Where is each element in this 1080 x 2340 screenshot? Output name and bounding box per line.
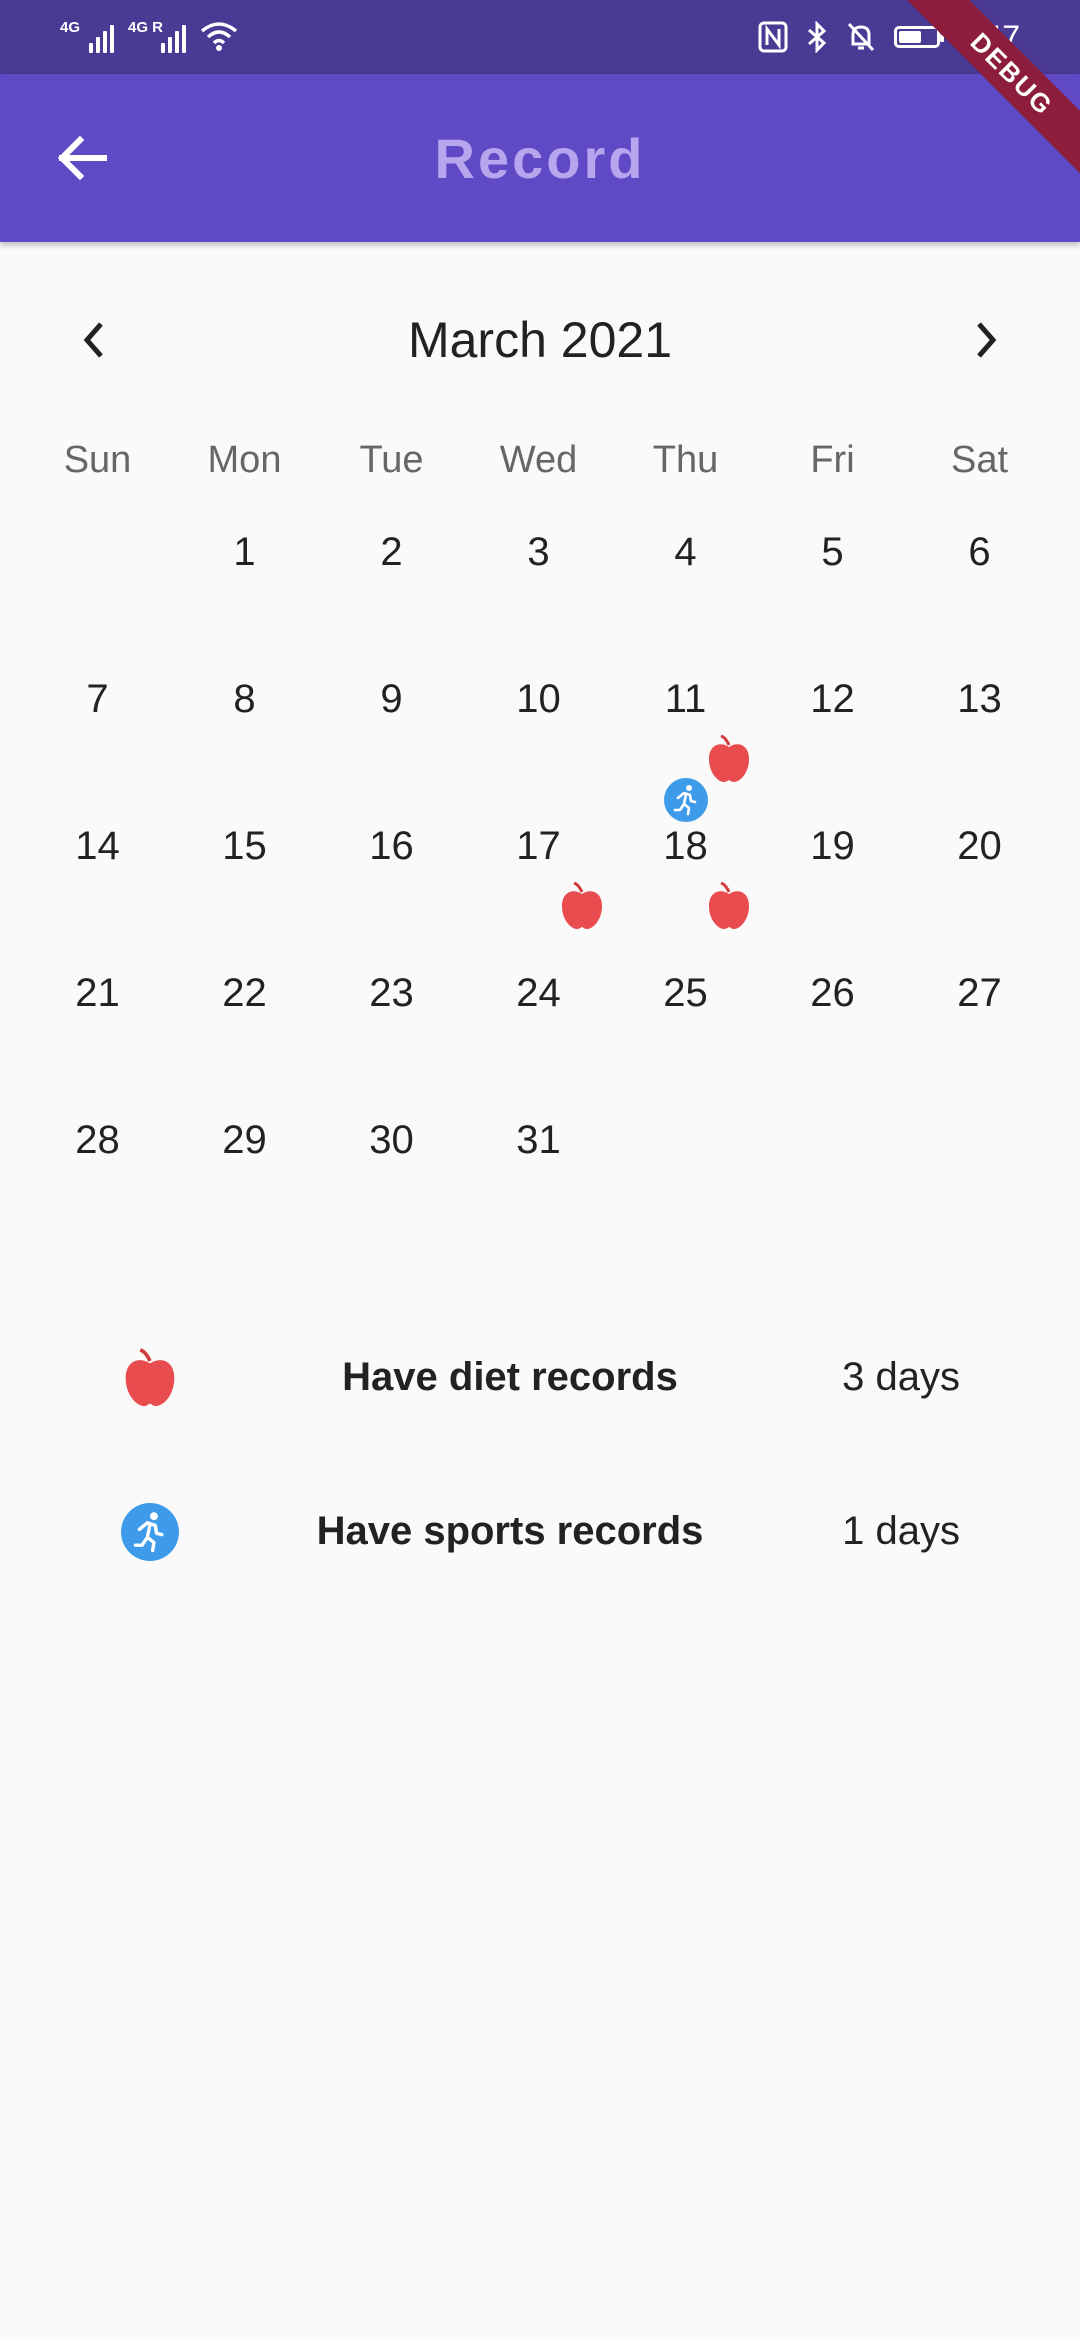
network-type-label: 4G	[60, 19, 81, 36]
calendar-day-number: 30	[369, 1118, 414, 1162]
bluetooth-icon	[807, 21, 826, 53]
calendar-day-number: 25	[663, 971, 708, 1015]
calendar-day-15[interactable]: 15	[171, 800, 318, 947]
calendar-day-number: 11	[664, 677, 707, 721]
weekday-label: Tue	[359, 439, 424, 481]
calendar-day-number: 14	[75, 824, 120, 868]
legend-row-diet: Have diet records 3 days	[0, 1300, 1080, 1454]
apple-icon	[559, 881, 605, 930]
calendar-day-number: 8	[233, 677, 256, 721]
calendar-day-number: 31	[516, 1118, 561, 1162]
calendar-day-number: 13	[957, 677, 1002, 721]
calendar-day-number: 5	[821, 530, 844, 574]
weekday-header: Sun Mon Tue Wed Thu Fri Sat	[24, 430, 1074, 490]
calendar-day-number: 22	[222, 971, 267, 1015]
calendar-day-number: 10	[516, 677, 561, 721]
calendar-day-4[interactable]: 4	[612, 506, 759, 653]
calendar-day-18[interactable]: 18	[612, 778, 759, 947]
weekday-label: Sun	[63, 439, 132, 481]
cell-signal-2-icon: 4G R	[128, 19, 186, 53]
calendar-day-number: 12	[810, 677, 855, 721]
calendar-day-16[interactable]: 16	[318, 800, 465, 947]
calendar-day-number: 24	[516, 971, 561, 1015]
calendar-day-27[interactable]: 27	[906, 947, 1053, 1094]
calendar-day-number: 1	[233, 530, 256, 574]
calendar-day-2[interactable]: 2	[318, 506, 465, 653]
calendar-day-20[interactable]: 20	[906, 800, 1053, 947]
calendar-day-number: 21	[75, 971, 120, 1015]
calendar-day-number: 3	[527, 530, 550, 574]
calendar-day-number: 29	[222, 1118, 267, 1162]
calendar-day-25[interactable]: 25	[612, 947, 759, 1094]
sport-legend-label: Have sports records	[316, 1508, 704, 1553]
apple-icon	[120, 1348, 180, 1408]
app-bar: Record	[0, 74, 1080, 242]
calendar-day-26[interactable]: 26	[759, 947, 906, 1094]
page-title: Record	[434, 126, 646, 190]
calendar-day-number: 17	[516, 824, 561, 868]
calendar-day-24[interactable]: 24	[465, 947, 612, 1094]
calendar-day-number: 20	[957, 824, 1002, 868]
calendar-day-28[interactable]: 28	[24, 1094, 171, 1241]
calendar-day-number: 26	[810, 971, 855, 1015]
chevron-right-icon	[977, 322, 997, 358]
calendar-day-number: 28	[75, 1118, 120, 1162]
next-month-button[interactable]	[955, 310, 1015, 370]
calendar-day-number: 18	[663, 824, 708, 868]
calendar-day-empty	[24, 506, 171, 653]
battery-icon	[893, 26, 944, 48]
calendar-day-23[interactable]: 23	[318, 947, 465, 1094]
running-icon	[120, 1502, 180, 1562]
calendar-day-31[interactable]: 31	[465, 1094, 612, 1241]
calendar-day-number: 6	[968, 530, 991, 574]
calendar-day-17[interactable]: 17	[465, 800, 612, 947]
weekday-label: Wed	[499, 439, 578, 481]
calendar-day-number: 19	[810, 824, 855, 868]
calendar-day-1[interactable]: 1	[171, 506, 318, 653]
weekday-label: Thu	[652, 439, 719, 481]
cell-signal-icon: 4G	[60, 19, 114, 53]
calendar-day-9[interactable]: 9	[318, 653, 465, 800]
legend: Have diet records 3 days Have sports rec…	[0, 1300, 1080, 1608]
calendar-day-number: 9	[380, 677, 403, 721]
apple-icon	[706, 734, 752, 783]
calendar-day-3[interactable]: 3	[465, 506, 612, 653]
calendar-day-6[interactable]: 6	[906, 506, 1053, 653]
calendar-day-8[interactable]: 8	[171, 653, 318, 800]
calendar-day-number: 15	[222, 824, 267, 868]
wifi-icon	[200, 22, 238, 51]
calendar-day-14[interactable]: 14	[24, 800, 171, 947]
calendar-day-29[interactable]: 29	[171, 1094, 318, 1241]
calendar-day-number: 2	[380, 530, 403, 574]
calendar-day-12[interactable]: 12	[759, 653, 906, 800]
weekday-label: Mon	[207, 439, 282, 481]
weekday-label: Fri	[810, 439, 855, 481]
calendar-day-number: 4	[674, 530, 697, 574]
calendar-day-number: 23	[369, 971, 414, 1015]
legend-row-sport: Have sports records 1 days	[0, 1454, 1080, 1608]
calendar-day-number: 16	[369, 824, 414, 868]
calendar-day-10[interactable]: 10	[465, 653, 612, 800]
calendar-day-21[interactable]: 21	[24, 947, 171, 1094]
calendar-day-5[interactable]: 5	[759, 506, 906, 653]
calendar-day-22[interactable]: 22	[171, 947, 318, 1094]
nfc-icon	[758, 21, 788, 53]
bell-off-icon	[847, 22, 874, 52]
calendar-day-number: 27	[957, 971, 1002, 1015]
sport-legend-count: 1 days	[842, 1508, 960, 1553]
calendar-day-30[interactable]: 30	[318, 1094, 465, 1241]
weekday-label: Sat	[950, 439, 1009, 481]
calendar-day-number: 7	[86, 677, 109, 721]
network-type-label-2: 4G R	[128, 19, 164, 36]
month-header: March 2021	[0, 300, 1080, 380]
diet-legend-label: Have diet records	[342, 1354, 678, 1399]
calendar-day-19[interactable]: 19	[759, 800, 906, 947]
month-title: March 2021	[407, 312, 673, 368]
calendar-day-7[interactable]: 7	[24, 653, 171, 800]
diet-legend-count: 3 days	[842, 1354, 960, 1399]
running-icon	[664, 778, 708, 822]
calendar-grid: 1 2 3 4 5 6 7 8 9 10 11 12 13 14 15 16 17 18 19 20 21 22 23 24 2…	[24, 506, 1053, 1241]
apple-icon	[706, 881, 752, 930]
calendar-day-13[interactable]: 13	[906, 653, 1053, 800]
